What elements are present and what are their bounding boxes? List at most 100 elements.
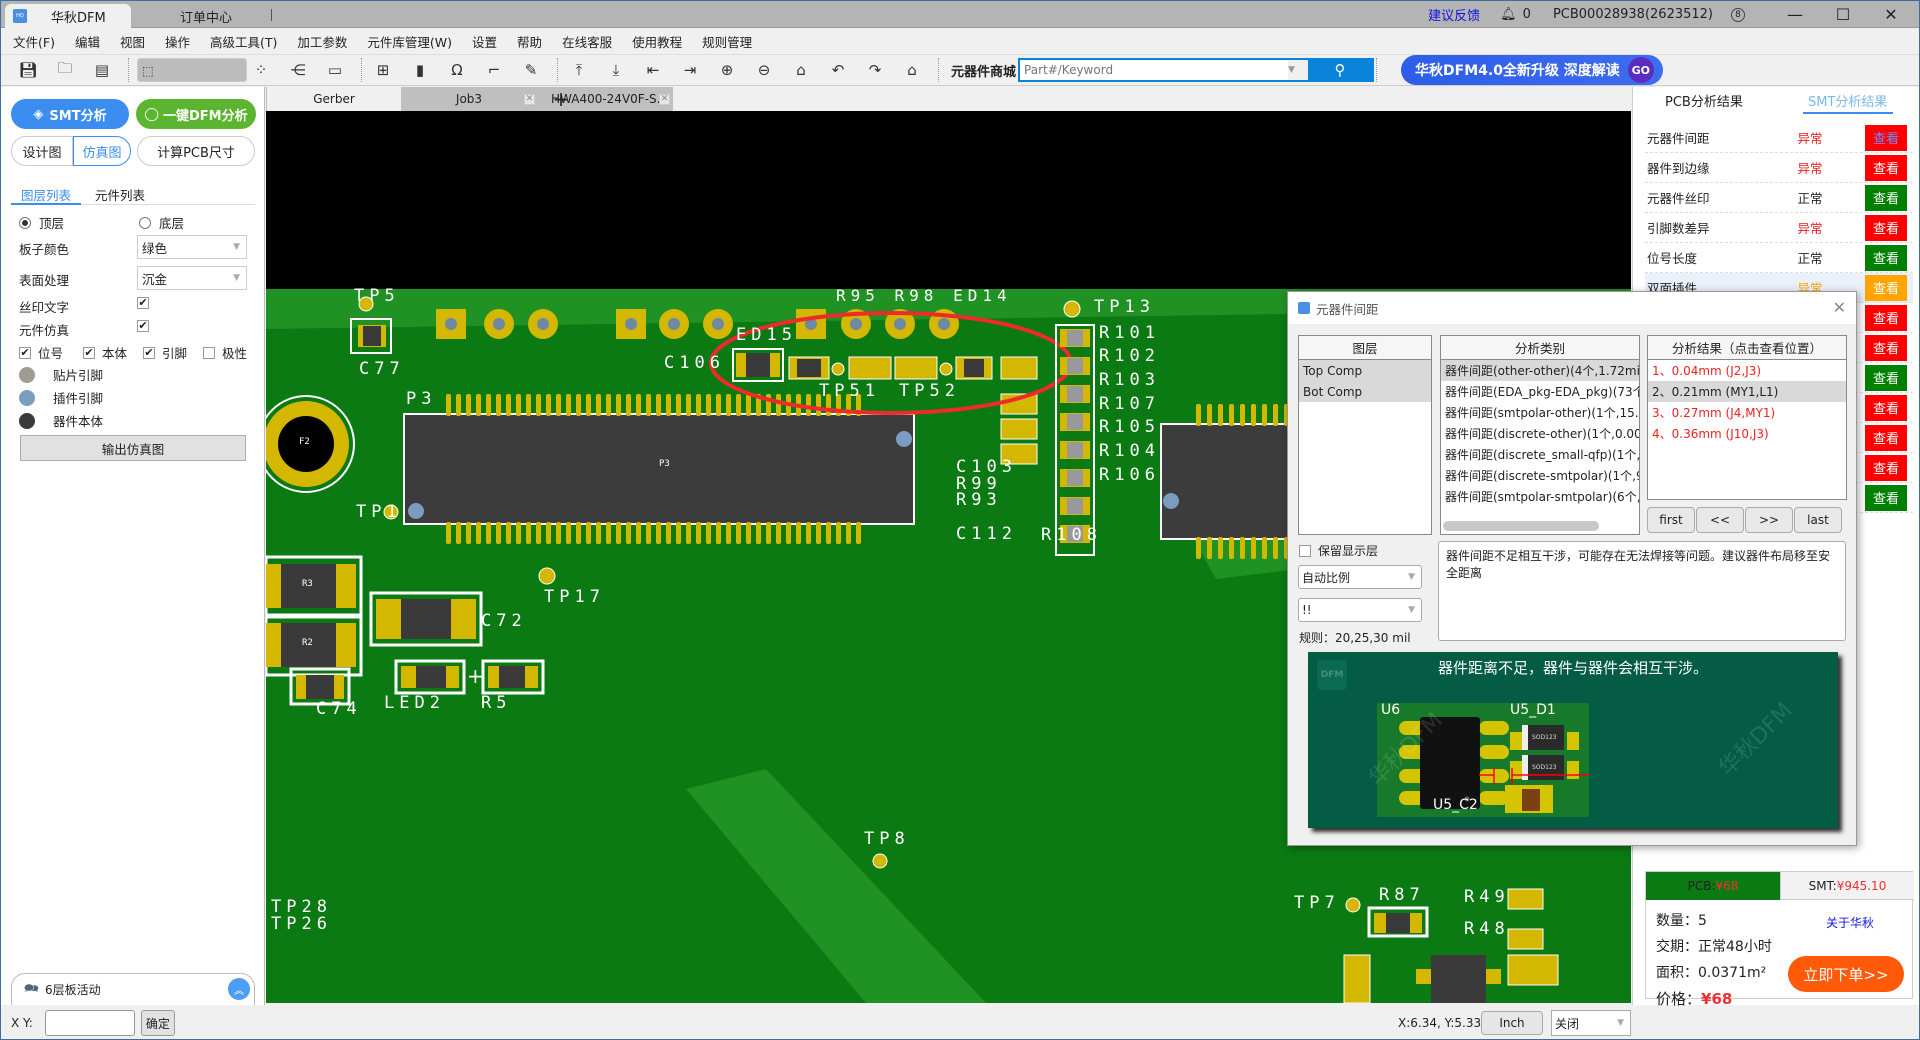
category-item[interactable]: 器件间距(smtpolar-smtpolar)(6个, [1441,486,1639,507]
category-item[interactable]: 器件间距(EDA_pkg-EDA_pkg)(73个 [1441,381,1639,402]
result-item[interactable]: 3、0.27mm (J4,MY1) [1648,402,1846,423]
view-button[interactable]: 查看 [1865,244,1907,271]
nav-prev-button[interactable]: << [1696,507,1744,533]
dialog-close-icon[interactable]: ✕ [1833,298,1846,317]
menu-view[interactable]: 视图 [120,32,145,51]
bell-icon[interactable]: 🔔︎ [1500,7,1517,22]
result-item[interactable]: 4、0.36mm (J10,J3) [1648,423,1846,444]
minimize-button[interactable]: — [1775,5,1815,24]
view-button[interactable]: 查看 [1865,424,1907,451]
smt-analysis-button[interactable]: ◈ SMT分析 [11,99,129,129]
component-icon[interactable]: ▮ [407,57,433,83]
layer-item[interactable]: Bot Comp [1299,381,1431,402]
search-dropdown-icon[interactable]: ▼ [1288,60,1308,80]
radio-top[interactable] [19,216,31,229]
polarity-check[interactable]: 极性 [203,343,247,362]
undo-icon[interactable]: ↶ [825,57,851,83]
close-window-button[interactable]: ✕ [1871,5,1911,24]
view-button[interactable]: 查看 [1865,334,1907,361]
app-tab-orders[interactable]: 订单中心 [161,4,251,28]
menu-process-params[interactable]: 加工参数 [297,32,347,51]
save-icon[interactable]: 💾︎ [15,57,41,83]
maximize-button[interactable]: ☐ [1823,5,1863,24]
pin-checkbox[interactable]: ✔ [143,346,155,359]
category-item[interactable]: 器件间距(other-other)(4个,1.72mil) [1441,360,1639,381]
menu-settings[interactable]: 设置 [472,32,497,51]
xy-input[interactable] [44,1010,135,1036]
zoom-in-icon[interactable]: ⊕ [714,57,740,83]
price-tab-pcb[interactable]: PCB: ¥68 [1646,872,1780,900]
menu-edit[interactable]: 编辑 [75,32,100,51]
mode-select[interactable]: 关闭 ▼ [1551,1010,1631,1036]
view-button[interactable]: 查看 [1865,124,1907,151]
view-button[interactable]: 查看 [1865,214,1907,241]
align-right-icon[interactable]: ⇥ [677,57,703,83]
layer-item[interactable]: Top Comp [1299,360,1431,381]
open-folder-icon[interactable]: 🗀 [52,57,78,83]
nav-last-button[interactable]: last [1794,507,1842,533]
panel-grid-icon[interactable]: ⊞ [370,57,396,83]
view-button[interactable]: 查看 [1865,364,1907,391]
ruler-icon[interactable]: ▭ [322,57,348,83]
tab-pcb-results[interactable]: PCB分析结果 [1665,91,1743,110]
close-tab-icon[interactable]: ✕ [524,94,535,105]
sim-view-toggle[interactable]: 仿真图 [73,136,131,166]
horizontal-scrollbar[interactable] [1443,521,1599,531]
calc-pcb-size-button[interactable]: 计算PCB尺寸 [137,136,255,166]
home-icon[interactable]: ⌂ [788,57,814,83]
radio-bottom[interactable] [139,216,151,229]
keep-layer-check[interactable]: 保留显示层 [1299,542,1378,559]
surface-select[interactable]: 沉金 ▼ [137,266,247,290]
align-bottom-icon[interactable]: ⤓ [603,57,629,83]
board-color-select[interactable]: 绿色 ▼ [137,235,247,259]
tab-smt-results[interactable]: SMT分析结果 [1808,91,1887,110]
keep-layer-checkbox[interactable] [1299,544,1311,557]
select-pointer-icon[interactable]: ⬚ [137,58,247,82]
view-button[interactable]: 查看 [1865,184,1907,211]
chevron-up-icon[interactable]: ︽ [228,978,250,1000]
part-search-input[interactable] [1020,60,1289,80]
refdes-check[interactable]: ✔ 位号 [19,343,63,362]
comp-sim-checkbox[interactable]: ✔ [137,320,149,332]
feedback-link[interactable]: 建议反馈 [1428,5,1480,24]
category-item[interactable]: 器件间距(discrete-other)(1个,0.00n [1441,423,1639,444]
net-select-icon[interactable]: ⁘ [248,57,274,83]
nav-next-button[interactable]: >> [1745,507,1793,533]
align-left-icon[interactable]: ⇤ [640,57,666,83]
result-item[interactable]: 1、0.04mm (J2,J3) [1648,360,1846,381]
view-button[interactable]: 查看 [1865,304,1907,331]
zoom-out-icon[interactable]: ⊖ [751,57,777,83]
design-view-toggle[interactable]: 设计图 [11,136,73,166]
search-button[interactable]: ⚲ [1308,60,1373,80]
view-button[interactable]: 查看 [1865,274,1907,301]
view-button[interactable]: 查看 [1865,484,1907,511]
about-link[interactable]: 关于华秋 [1826,914,1874,931]
close-tab-icon[interactable]: ✕ [659,94,670,105]
category-item[interactable]: 器件间距(smtpolar-other)(1个,15.9 [1441,402,1639,423]
mode-select-dialog[interactable]: !! ▼ [1298,598,1422,622]
pdf-icon[interactable]: ▤ [89,57,115,83]
scale-select[interactable]: 自动比例 ▼ [1298,565,1422,589]
unit-toggle-button[interactable]: Inch [1481,1011,1543,1035]
menu-operate[interactable]: 操作 [165,32,190,51]
menu-file[interactable]: 文件(F) [13,32,55,51]
fit-home-icon[interactable]: ⌂ [899,57,925,83]
promo-banner[interactable]: 华秋DFM4.0全新升级 深度解读 GO [1401,55,1664,85]
tab-gerber[interactable]: Gerber [266,87,401,111]
promo-go-button[interactable]: GO [1627,57,1654,83]
refdes-checkbox[interactable]: ✔ [19,346,31,359]
layer-radio-bottom[interactable]: 底层 [139,213,184,232]
ohm-icon[interactable]: Ω [444,57,470,83]
export-sim-button[interactable]: 输出仿真图 [20,435,246,461]
body-check[interactable]: ✔ 本体 [83,343,127,362]
price-tab-smt[interactable]: SMT: ¥945.10 [1780,872,1914,900]
dfm-analysis-button[interactable]: ◯ 一键DFM分析 [136,99,256,129]
menu-tutorial[interactable]: 使用教程 [632,32,682,51]
view-button[interactable]: 查看 [1865,394,1907,421]
menu-online-service[interactable]: 在线客服 [562,32,612,51]
align-top-icon[interactable]: ⤒ [566,57,592,83]
tab-job3[interactable]: Job3 [401,87,537,111]
redo-icon[interactable]: ↷ [862,57,888,83]
user-icon[interactable]: 8 [1731,7,1745,22]
tab-layer-list[interactable]: 图层列表 [21,185,71,204]
